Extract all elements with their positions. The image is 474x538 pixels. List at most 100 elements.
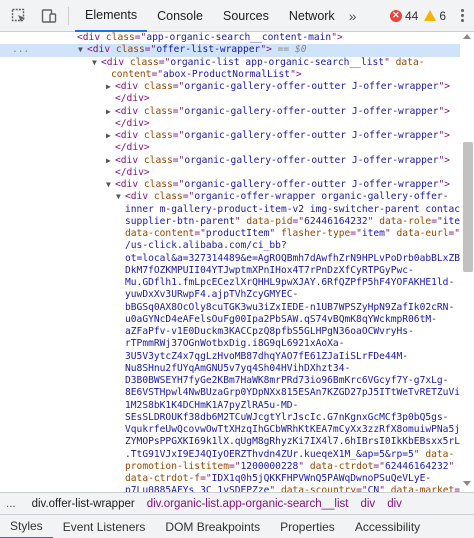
breadcrumb-ellipsis[interactable]: ...: [0, 498, 16, 510]
code-tag: ": [269, 228, 281, 239]
code-val: aZFaPfv-v1E0Duckm3KACCpzQ8pfbS5GLHPgN36o…: [125, 326, 414, 337]
dom-node-line[interactable]: ▼ <div class="organic-list app-organic-se…: [0, 57, 460, 69]
dom-node-line[interactable]: D3B0BWSEYH7fyGe2KBm7HaWK8mrPRd73io96BmKr…: [0, 375, 460, 387]
breadcrumb-item[interactable]: div.offer-list-wrapper: [16, 498, 141, 510]
warning-count: 6: [439, 8, 446, 23]
dom-node-line[interactable]: bBGSq0AX8OcOly8cuTGK3wu3iZxIEDE-n1UB7WPS…: [0, 302, 460, 314]
dom-node-line[interactable]: </div>: [0, 167, 460, 179]
code-attr: data-: [425, 448, 455, 460]
dom-node-line[interactable]: aZFaPfv-v1E0Duckm3KACCpzQ8pfbS5GLHPgN36o…: [0, 326, 460, 338]
code-tag: =": [144, 44, 157, 56]
dom-node-line[interactable]: DkM7fOZKMPUII04YTJwptmXPnIHox4T7rPnDzXfC…: [0, 265, 460, 277]
dom-node-line[interactable]: .TtG91VJxI9EJ4QIyOERZThvdn4ZUr.kueqeX1M_…: [0, 449, 460, 461]
dom-node-line[interactable]: ▼ <div class="organic-gallery-offer-outte…: [0, 179, 460, 191]
more-tabs-button[interactable]: »: [345, 0, 361, 32]
dom-node-line[interactable]: ▶ <div class="organic-gallery-offer-outte…: [0, 106, 460, 118]
tab-elements[interactable]: Elements: [75, 0, 148, 32]
dom-node-line[interactable]: 8E6VSTHpwl4NwBUzaGrp0YDpNXx815ESAn7KZGD2…: [0, 387, 460, 399]
dom-node-line[interactable]: </div>: [0, 118, 460, 130]
dom-node-line[interactable]: promotion-listitem="1200000228" data-ctr…: [0, 461, 460, 473]
dom-node-line[interactable]: VqukrfeUwQcovwOwTtXHzqIhGCbWRhKtKEA7mCyX…: [0, 424, 460, 436]
code-val: IDX1q0h5jQKKFHPVWnQ5PAWqDwnoPSuQeVLyE-: [211, 473, 432, 484]
code-attr: class: [105, 32, 135, 43]
tab-sources[interactable]: Sources: [213, 0, 279, 32]
tab-network[interactable]: Network: [279, 0, 345, 32]
expanded-arrow-icon[interactable]: ▼: [92, 57, 101, 69]
code-tag: =": [373, 460, 385, 472]
collapsed-arrow-icon[interactable]: ▶: [106, 155, 115, 167]
scrollbar-thumb[interactable]: [463, 142, 473, 272]
more-options-icon[interactable]: [454, 9, 470, 22]
dom-node-line[interactable]: content="abox-ProductNormalList">: [0, 69, 460, 81]
dom-node-line[interactable]: data-ctrdot-f="IDX1q0h5jQKKFHPVWnQ5PAWqD…: [0, 473, 460, 485]
breadcrumb-item[interactable]: div: [381, 498, 408, 510]
dom-node-line[interactable]: ▶ <div class="organic-gallery-offer-outte…: [0, 81, 460, 93]
code-val: yuwDxXv3URwpF4.ajpTVhZcyGMYEC-: [125, 289, 299, 301]
code-tag: <div: [101, 56, 130, 68]
code-tag: <div: [87, 44, 116, 56]
dom-node-line[interactable]: yuwDxXv3URwpF4.ajpTVhZcyGMYEC-: [0, 289, 460, 301]
collapsed-arrow-icon[interactable]: ▶: [106, 81, 115, 93]
code-tag: =": [172, 105, 185, 117]
dom-node-line[interactable]: ZYMOPsPPGXKI69k1lX.qUgM8gRhyzKi7IX4l7.6h…: [0, 436, 460, 448]
dom-node-line[interactable]: data-content="productItem" flasher-type=…: [0, 228, 460, 240]
code-val: organic-list app-organic-search__list: [170, 56, 385, 68]
code-tag: ": [448, 460, 455, 472]
dom-node-line[interactable]: </div>: [0, 142, 460, 154]
code-val: supplier-btn-parent: [125, 215, 235, 227]
dom-node-line[interactable]: Nu8SHnu2fUYqAmGNU5v7yq4Sh04HVihDXhzt34-: [0, 363, 460, 375]
dom-node-line[interactable]: ▼ <div class="organic-offer-wrapper organ…: [0, 191, 460, 203]
dom-node-line[interactable]: ot=local&a=327314489&e=AgROQBmh7dAwfhZrN…: [0, 253, 460, 265]
error-counter[interactable]: ✕ 44: [389, 9, 418, 23]
collapsed-arrow-icon[interactable]: ▶: [106, 130, 115, 142]
dom-node-line[interactable]: supplier-btn-parent" data-pid="624461642…: [0, 216, 460, 228]
breadcrumb-item[interactable]: div.organic-list.app-organic-search__lis…: [141, 498, 355, 510]
code-val: bBGSq0AX8OcOly8cuTGK3wu3iZxIEDE-n1UB7WPS…: [125, 301, 455, 313]
scroll-up-arrow-icon[interactable]: [463, 34, 471, 39]
dom-node-line[interactable]: </div>: [0, 93, 460, 105]
code-val: offer-list-wrapper: [156, 44, 261, 56]
expanded-arrow-icon[interactable]: ▼: [116, 191, 125, 203]
dom-node-line[interactable]: inner m-gallery-product-item-v2 img-swit…: [0, 204, 460, 216]
expanded-arrow-icon[interactable]: ▼: [78, 44, 87, 56]
dom-node-line[interactable]: 1M2S8bK1K4DCHmK1A7pyZlRA5u-MD-: [0, 400, 460, 412]
code-attr: data-role: [379, 215, 432, 227]
dom-tree[interactable]: <div class="app-organic-search__content-…: [0, 32, 474, 492]
code-attr: promotion-listitem: [125, 460, 229, 472]
tab-event-listeners[interactable]: Event Listeners: [53, 515, 156, 538]
code-val: u0aGYNcD4eAFelsOuFg00Ipa2PbSAW.qS74vBQmK…: [125, 313, 437, 325]
tab-dom-breakpoints[interactable]: DOM Breakpoints: [155, 515, 270, 538]
dom-node-line[interactable]: <div class="app-organic-search__content-…: [0, 32, 460, 44]
tab-styles[interactable]: Styles: [0, 515, 53, 538]
tab-accessibility[interactable]: Accessibility: [345, 515, 430, 538]
dom-node-line[interactable]: u0aGYNcD4eAFelsOuFg00Ipa2PbSAW.qS74vBQmK…: [0, 314, 460, 326]
warning-counter[interactable]: 6: [424, 9, 446, 23]
dom-node-line[interactable]: /us-click.alibaba.com/ci_bb?: [0, 240, 460, 252]
tab-properties[interactable]: Properties: [270, 515, 345, 538]
tab-console[interactable]: Console: [147, 0, 213, 32]
code-tag: ">: [331, 32, 343, 43]
dom-node-line[interactable]: p7Lu0885AFYs_3C_1vSDEPZze" data-scountry…: [0, 485, 460, 492]
dom-node-line[interactable]: ▶ <div class="organic-gallery-offer-outte…: [0, 130, 460, 142]
dom-node-line[interactable]: ▶ <div class="organic-gallery-offer-outte…: [0, 155, 460, 167]
warning-icon: [424, 10, 437, 21]
dom-node-selected[interactable]: ... ▼ <div class="offer-list-wrapper"> == …: [0, 44, 460, 57]
code-attr: class: [143, 179, 173, 190]
inspect-element-icon[interactable]: [8, 5, 30, 27]
breadcrumb-item[interactable]: div: [354, 498, 381, 510]
dom-node-line[interactable]: SEsSLDROUKf38db6M2TCuWJcgtYlrJscIc.G7nKg…: [0, 412, 460, 424]
code-tag: =": [228, 460, 241, 472]
code-tag: </div>: [115, 142, 150, 154]
dom-node-line[interactable]: Mu.GDflh1.fmLpcECezlXrQHHL9pwXJAY.6RfQZP…: [0, 277, 460, 289]
scroll-down-arrow-icon[interactable]: [463, 481, 471, 486]
dom-node-line[interactable]: rTPmmRWj37OGnWotbxDig.i8G9qL6921xAoXa-: [0, 338, 460, 350]
dom-node-line[interactable]: 3U5V3ytcZ4x7qgLzHvoMB87dhqYAO7fE61ZJaIiS…: [0, 351, 460, 363]
device-toolbar-icon[interactable]: [38, 5, 60, 27]
node-actions-ellipsis[interactable]: ...: [12, 44, 29, 56]
collapsed-arrow-icon[interactable]: ▶: [106, 106, 115, 118]
expanded-arrow-icon[interactable]: ▼: [106, 179, 115, 191]
code-tag: <div: [115, 81, 144, 92]
code-val: abox-ProductNormalList: [163, 68, 291, 80]
code-tag: ": [379, 485, 391, 492]
code-attr: data-pid: [246, 215, 293, 227]
